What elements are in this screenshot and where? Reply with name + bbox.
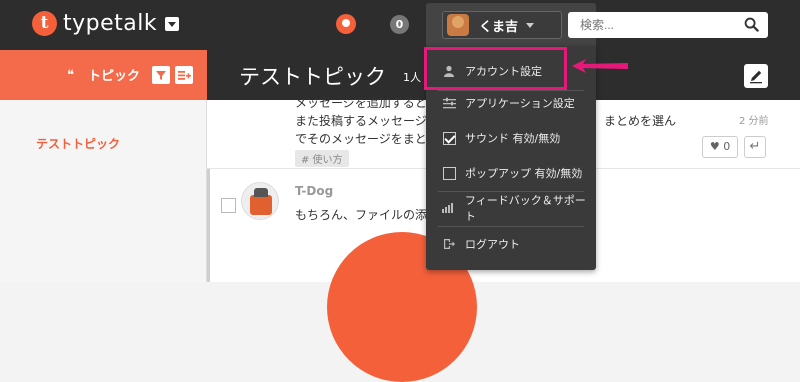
- chevron-down-icon: [526, 22, 535, 28]
- user-avatar: [447, 14, 469, 36]
- post-timestamp: 2 分前: [739, 116, 769, 127]
- app-name: typetalk: [63, 11, 158, 36]
- member-count[interactable]: 1人: [403, 69, 421, 85]
- topic-sidebar: テストトピック: [0, 100, 207, 282]
- checkbox-checked-icon: [442, 131, 456, 145]
- menu-item-logout[interactable]: ログアウト: [426, 229, 596, 259]
- post-text-line: また投稿するメッセージ: [295, 114, 427, 128]
- app-logo[interactable]: t typetalk: [32, 11, 180, 36]
- annotation-highlight-box: [424, 47, 567, 90]
- megaphone-icon: [442, 201, 456, 215]
- top-bar: t typetalk 0 くま吉: [0, 0, 800, 50]
- author-avatar[interactable]: [241, 182, 279, 220]
- post-text-line: メッセージを追加すると: [295, 96, 427, 110]
- filter-icon: [156, 71, 166, 80]
- post-author[interactable]: T-Dog: [295, 184, 333, 198]
- menu-item-feedback[interactable]: フィードバック＆サポート: [426, 193, 596, 223]
- add-topic-button[interactable]: [175, 66, 193, 84]
- filter-button[interactable]: [152, 66, 170, 84]
- menu-item-label: サウンド 有効/無効: [465, 132, 561, 145]
- menu-item-label: ポップアップ 有効/無効: [465, 167, 583, 180]
- logout-icon: [442, 237, 456, 251]
- post-text-line: もちろん、ファイルの添: [295, 208, 428, 222]
- selection-strip: [207, 169, 210, 282]
- checkbox-empty-icon: [442, 166, 456, 180]
- user-menu-toggle[interactable]: くま吉: [442, 11, 562, 39]
- annotation-arrow-icon: [572, 59, 628, 73]
- heart-icon: ♥: [709, 140, 720, 153]
- menu-item-popup-toggle[interactable]: ポップアップ 有効/無効: [426, 158, 596, 188]
- post-select-checkbox[interactable]: [221, 198, 236, 213]
- sidebar-item-test-topic[interactable]: テストトピック: [36, 135, 120, 152]
- sliders-icon: [442, 96, 456, 110]
- organization-menu-caret-icon[interactable]: [165, 16, 180, 31]
- like-button[interactable]: ♥ 0: [702, 136, 738, 158]
- topic-list-label: トピック: [88, 69, 141, 84]
- menu-item-label: フィードバック＆サポート: [464, 194, 586, 223]
- topic-quote-icon: ❝: [67, 68, 74, 83]
- pencil-icon: [750, 70, 762, 84]
- search-icon[interactable]: [744, 17, 759, 32]
- menu-item-sound-toggle[interactable]: サウンド 有効/無効: [426, 123, 596, 153]
- menu-divider: [438, 226, 584, 227]
- like-count: 0: [723, 140, 731, 153]
- reply-button[interactable]: ↵: [744, 136, 766, 158]
- topic-title: テストトピック: [239, 65, 386, 89]
- menu-item-app-settings[interactable]: アプリケーション設定: [426, 88, 596, 118]
- add-list-icon: [178, 71, 191, 80]
- search-input[interactable]: [578, 13, 738, 37]
- post-text-line: まとめを選ん: [604, 114, 677, 128]
- post-text-line: でそのメッセージをまと: [295, 132, 427, 146]
- menu-item-label: ログアウト: [465, 238, 520, 251]
- user-name: くま吉: [479, 19, 519, 35]
- hashtag-badge[interactable]: # 使い方: [295, 150, 349, 167]
- topic-list-header: ❝ トピック: [0, 50, 207, 100]
- notification-bell-icon[interactable]: [336, 14, 356, 34]
- unread-count-badge[interactable]: 0: [390, 15, 409, 34]
- typetalk-logo-icon: t: [32, 11, 57, 36]
- compose-button[interactable]: [744, 64, 768, 88]
- reply-arrow-icon: ↵: [749, 139, 761, 154]
- search-box: [568, 12, 768, 38]
- menu-item-label: アプリケーション設定: [465, 97, 575, 110]
